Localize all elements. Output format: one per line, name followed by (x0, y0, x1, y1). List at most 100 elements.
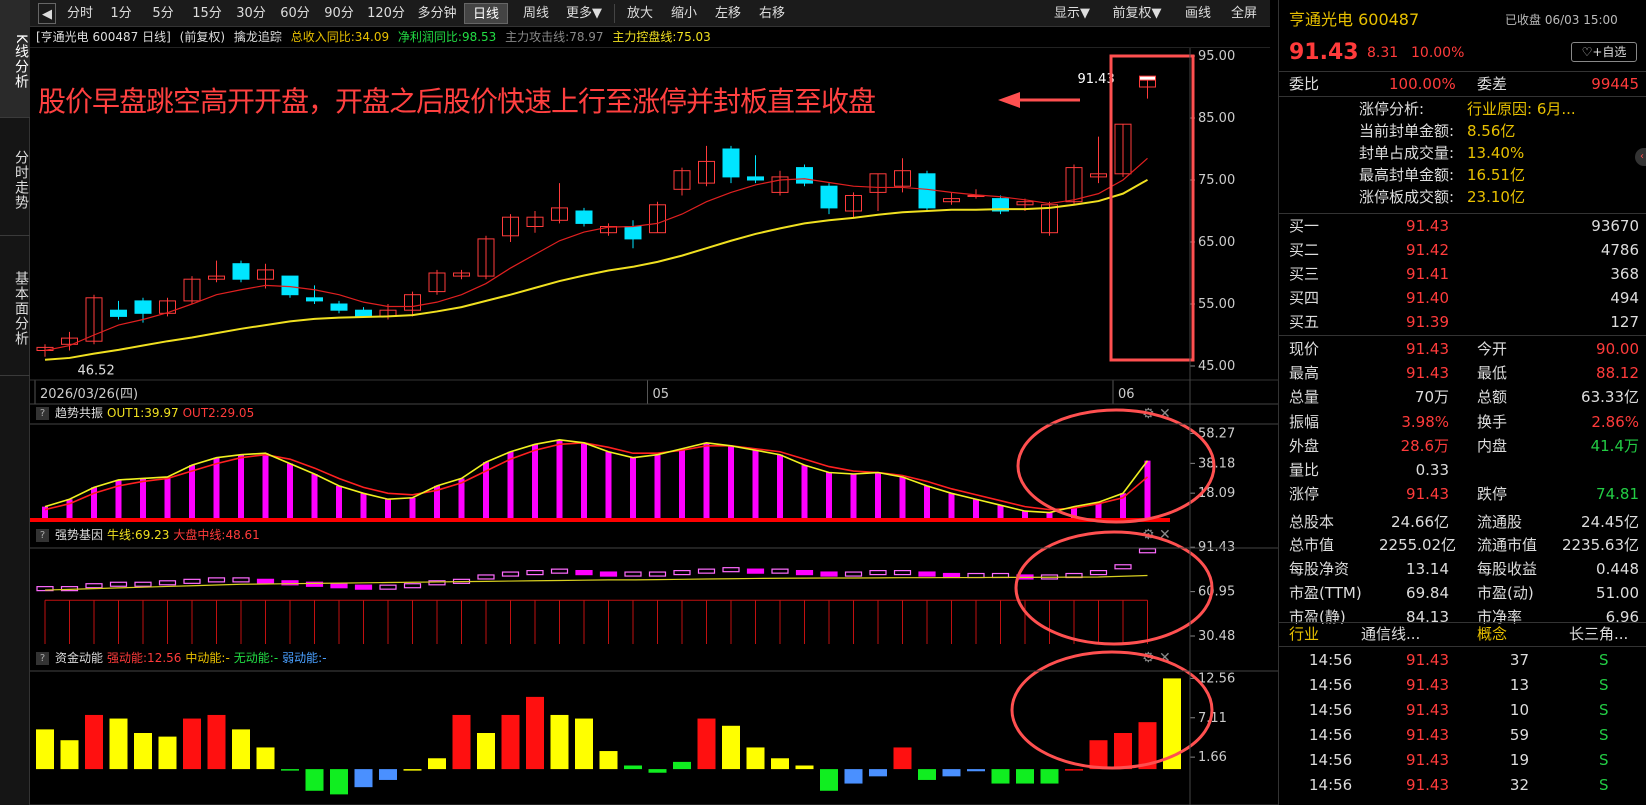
tab-kline[interactable]: K线分析 (0, 0, 30, 118)
no-momentum-value: 无动能:- (233, 651, 279, 665)
bid-row[interactable]: 买一 91.43 93670 (1279, 214, 1646, 238)
momentum-bar (918, 769, 936, 780)
industry-value[interactable]: 通信线... (1361, 622, 1420, 646)
resonance-bar (654, 454, 661, 520)
bid-level: 买四 (1289, 289, 1320, 307)
y-tick-label: 30.48 (1198, 629, 1235, 644)
momentum-bar (820, 769, 838, 791)
adjust-dropdown[interactable]: 前复权▼ (1104, 3, 1170, 24)
momentum-bar (85, 714, 103, 770)
resonance-bar (728, 445, 734, 520)
resonance-bar (899, 476, 906, 520)
help-icon[interactable]: ? (36, 652, 49, 665)
limit-label: 最高封单金额: (1359, 166, 1455, 184)
gene-box (232, 577, 250, 583)
bid-row[interactable]: 买三 91.41 368 (1279, 262, 1646, 286)
bid-row[interactable]: 买二 91.42 4786 (1279, 238, 1646, 262)
toolbar: ◀ 分时 1分 5分 15分 30分 60分 90分 120分 多分钟 日线 周… (30, 0, 1270, 27)
stat-row: 振幅 3.98% 换手 2.86% (1279, 410, 1646, 434)
chart-area[interactable]: 95.00 85.00 75.00 65.00 55.00 45.00 46.52 91.43… (30, 48, 1278, 805)
resonance-bar (336, 485, 342, 520)
momentum-bar (967, 769, 985, 772)
back-arrow-icon[interactable]: ◀ (38, 3, 56, 24)
fullscreen-button[interactable]: 全屏 (1224, 3, 1264, 24)
pan-right-button[interactable]: 右移 (752, 3, 792, 24)
stat-value: 24.66亿 (1391, 512, 1449, 531)
toolbar-divider (614, 4, 615, 23)
tick-price: 91.43 (1406, 651, 1449, 669)
y-tick-label: 1.66 (1198, 750, 1227, 765)
resonance-bar (287, 463, 293, 520)
tab-fundamentals[interactable]: 基本面分析 (0, 236, 30, 376)
resonance-bar (997, 505, 1004, 520)
gene-box (771, 568, 789, 574)
pan-left-button[interactable]: 左移 (708, 3, 748, 24)
chart-annotation-text: 股价早盘跳空高开开盘，开盘之后股价快速上行至涨停并封板直至收盘 (38, 85, 876, 118)
stat-row: 现价 91.43 今开 90.00 (1279, 337, 1646, 361)
bid-volume: 494 (1610, 289, 1639, 307)
stat-row: 最高 91.43 最低 88.12 (1279, 361, 1646, 385)
stat-value: 88.12 (1596, 363, 1639, 382)
more-periods-dropdown[interactable]: 更多▼ (560, 3, 608, 24)
annotation-arrow-head (998, 92, 1020, 108)
gene-box (624, 571, 642, 577)
gene-box (697, 568, 716, 574)
zoom-in-button[interactable]: 放大 (620, 3, 660, 24)
resonance-bar (948, 493, 955, 520)
momentum-bar (428, 758, 446, 770)
tick-row: 14:56 91.43 37 S (1279, 648, 1646, 672)
period-daily[interactable]: 日线 (464, 3, 508, 24)
bid-row[interactable]: 买五 91.39 127 (1279, 310, 1646, 334)
tick-volume: 13 (1509, 676, 1529, 694)
tab-intraday[interactable]: 分时走势 (0, 118, 30, 236)
zoom-out-button[interactable]: 缩小 (664, 3, 704, 24)
period-1m[interactable]: 1分 (104, 3, 138, 24)
add-watchlist-button[interactable]: ♡+自选 (1571, 42, 1637, 62)
stat-row: 总市值 2255.02亿 流通市值 2235.63亿 (1279, 533, 1646, 557)
period-30m[interactable]: 30分 (232, 3, 270, 24)
resonance-bar (850, 474, 857, 520)
control-line-value: 主力控盘线:75.03 (612, 30, 711, 44)
period-intraday[interactable]: 分时 (62, 3, 98, 24)
period-5m[interactable]: 5分 (146, 3, 180, 24)
draw-line-button[interactable]: 画线 (1178, 3, 1218, 24)
zero-baseline (30, 518, 1170, 522)
bid-price: 91.42 (1406, 241, 1449, 259)
bid-price: 91.40 (1406, 289, 1449, 307)
help-icon[interactable]: ? (36, 529, 49, 542)
period-90m[interactable]: 90分 (320, 3, 358, 24)
fund-momentum-pane[interactable]: 12.567.111.66⚙ ✕ (36, 650, 1235, 795)
momentum-bar (575, 718, 593, 770)
gene-box (158, 580, 177, 586)
tick-side: S (1599, 676, 1609, 694)
display-dropdown[interactable]: 显示▼ (1046, 3, 1098, 24)
period-15m[interactable]: 15分 (188, 3, 226, 24)
stat-label: 外盘 (1289, 437, 1320, 456)
stat-value: 91.43 (1406, 363, 1449, 382)
period-120m[interactable]: 120分 (364, 3, 408, 24)
resonance-bar (924, 485, 930, 520)
quote-panel: 亨通光电 600487 已收盘 06/03 15:00 91.43 8.31 1… (1278, 0, 1646, 805)
limit-row: 最高封单金额: 16.51亿 (1279, 164, 1646, 186)
resonance-bar (703, 442, 710, 520)
momentum-bar (624, 765, 642, 770)
gene-box (893, 569, 912, 576)
revenue-yoy: 总收入同比:34.09 (290, 30, 390, 44)
period-multi-minute[interactable]: 多分钟 (414, 3, 460, 24)
help-icon[interactable]: ? (36, 407, 49, 420)
concept-value[interactable]: 长三角... (1569, 622, 1628, 646)
resonance-bar (1144, 460, 1151, 520)
gene-box (477, 574, 495, 580)
stat-value: 91.43 (1406, 484, 1449, 503)
period-weekly[interactable]: 周线 (514, 3, 558, 24)
collapse-arrow-icon[interactable]: ‹ (1635, 148, 1646, 166)
gene-box (354, 584, 373, 590)
bid-row[interactable]: 买四 91.40 494 (1279, 286, 1646, 310)
period-60m[interactable]: 60分 (276, 3, 314, 24)
momentum-bar (648, 769, 667, 773)
market-mid-line-value: 大盘中线:48.61 (173, 528, 260, 542)
tick-row: 14:56 91.43 13 S (1279, 673, 1646, 697)
momentum-bar (893, 747, 912, 770)
indicator-name[interactable]: 擒龙追踪 (234, 30, 282, 44)
attack-line-value: 主力攻击线:78.97 (505, 30, 604, 44)
